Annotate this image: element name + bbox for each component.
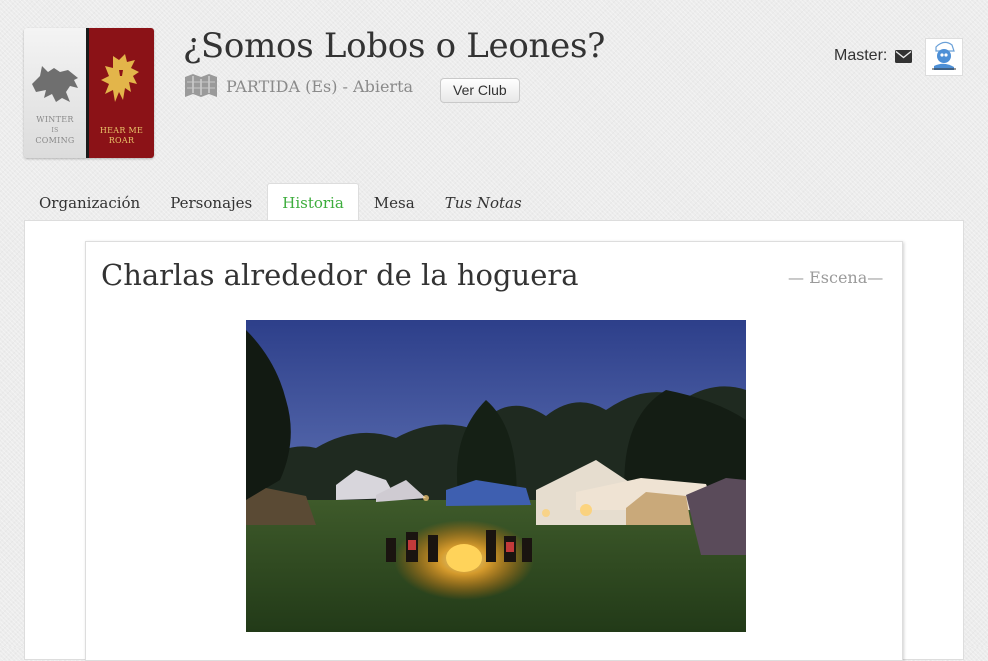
lannister-motto: HEAR ME ROAR (99, 126, 144, 145)
section-tabs: Organización Personajes Historia Mesa Tu… (24, 183, 537, 222)
stark-motto: WINTER IS COMING (35, 115, 75, 145)
master-avatar[interactable] (925, 38, 963, 76)
game-title: ¿Somos Lobos o Leones? (183, 26, 606, 66)
tab-organizacion[interactable]: Organización (24, 183, 155, 221)
campfire-scene-image (246, 320, 746, 632)
scene-title: Charlas alrededor de la hoguera (101, 258, 579, 292)
tab-tus-notas[interactable]: Tus Notas (430, 183, 537, 221)
stark-banner: WINTER IS COMING (24, 28, 86, 158)
game-subtitle-row: PARTIDA (Es) - Abierta (184, 74, 413, 98)
map-icon (185, 74, 217, 97)
tab-personajes[interactable]: Personajes (155, 183, 267, 221)
lannister-banner: HEAR ME ROAR (86, 28, 154, 158)
tab-historia[interactable]: Historia (267, 183, 359, 222)
smurf-avatar-icon (926, 39, 962, 75)
wolf-sigil-icon (32, 66, 78, 102)
game-logo: WINTER IS COMING HEAR ME ROAR (24, 28, 154, 158)
tab-mesa[interactable]: Mesa (359, 183, 430, 221)
game-status: PARTIDA (Es) - Abierta (226, 76, 414, 96)
master-info: Master: (834, 47, 913, 65)
envelope-icon[interactable] (895, 49, 913, 63)
master-label: Master: (834, 47, 888, 64)
lion-sigil-icon (101, 54, 139, 102)
scene-type-label: — Escena— (788, 268, 884, 287)
ver-club-button[interactable]: Ver Club (440, 78, 520, 103)
